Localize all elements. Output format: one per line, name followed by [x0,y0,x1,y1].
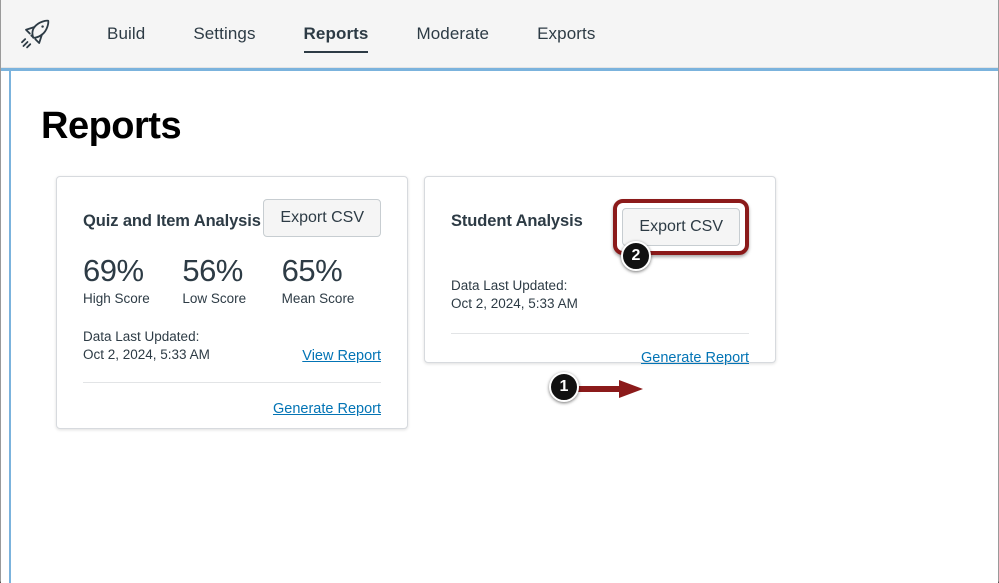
quiz-data-last-updated-label: Data Last Updated: [83,328,200,344]
browser-frame: Build Settings Reports Moderate Exports … [0,0,999,583]
stat-low-score-value: 56% [182,253,243,288]
stat-high-score-label: High Score [83,290,150,306]
annotation-badge-1: 1 [549,372,579,402]
quiz-stats-row: 69% High Score 56% Low Score 65% Mean Sc… [83,253,381,306]
tab-reports-label: Reports [303,23,369,43]
quiz-item-analysis-card: Quiz and Item Analysis Export CSV 69% Hi… [56,176,408,429]
tab-settings[interactable]: Settings [169,0,279,67]
quiz-card-title: Quiz and Item Analysis [83,212,261,230]
student-card-title: Student Analysis [451,212,583,230]
student-card-footer: Generate Report [451,350,749,366]
stat-high-score-value: 69% [83,253,144,288]
report-cards-container: Quiz and Item Analysis Export CSV 69% Hi… [56,176,998,429]
quiz-data-last-updated: Data Last Updated: Oct 2, 2024, 5:33 AM [83,328,210,364]
quiz-card-footer: Generate Report [83,401,381,417]
content-area: Reports Quiz and Item Analysis Export CS… [1,68,998,583]
stat-low-score: 56% Low Score [182,253,281,306]
quiz-card-header: Quiz and Item Analysis Export CSV [83,199,381,237]
tab-reports[interactable]: Reports [280,0,393,67]
top-navigation-bar: Build Settings Reports Moderate Exports [1,0,998,68]
stat-high-score: 69% High Score [83,253,182,306]
tab-exports[interactable]: Exports [513,0,619,67]
annotation-arrow-icon [575,378,645,405]
student-analysis-card: Student Analysis Export CSV Data Last Up… [424,176,776,366]
quiz-meta-row: Data Last Updated: Oct 2, 2024, 5:33 AM … [83,328,381,364]
student-export-csv-button[interactable]: Export CSV [622,208,740,246]
tab-build-label: Build [107,23,146,43]
student-data-last-updated: Data Last Updated: Oct 2, 2024, 5:33 AM [451,277,749,313]
stat-low-score-label: Low Score [182,290,247,306]
annotation-badge-2: 2 [621,241,651,271]
tab-build[interactable]: Build [83,0,169,67]
tab-settings-label: Settings [193,23,256,43]
student-generate-report-link[interactable]: Generate Report [641,350,749,366]
rocket-icon [15,13,57,55]
stat-mean-score-value: 65% [281,253,343,288]
tab-moderate[interactable]: Moderate [392,0,513,67]
quiz-view-report-link[interactable]: View Report [302,348,381,364]
quiz-data-last-updated-value: Oct 2, 2024, 5:33 AM [83,346,210,362]
quiz-generate-report-link[interactable]: Generate Report [273,401,381,417]
quiz-export-csv-button[interactable]: Export CSV [263,199,381,237]
tab-exports-label: Exports [537,23,596,43]
tab-moderate-label: Moderate [416,23,490,43]
student-data-last-updated-label: Data Last Updated: [451,278,568,293]
student-data-last-updated-value: Oct 2, 2024, 5:33 AM [451,296,578,312]
stat-mean-score-label: Mean Score [281,290,355,306]
stat-mean-score: 65% Mean Score [281,253,381,306]
page-title: Reports [41,105,182,147]
student-card-header: Student Analysis Export CSV [451,199,749,255]
student-card-divider [451,333,749,335]
nav-tab-list: Build Settings Reports Moderate Exports [83,0,619,67]
quiz-card-divider [83,381,381,383]
